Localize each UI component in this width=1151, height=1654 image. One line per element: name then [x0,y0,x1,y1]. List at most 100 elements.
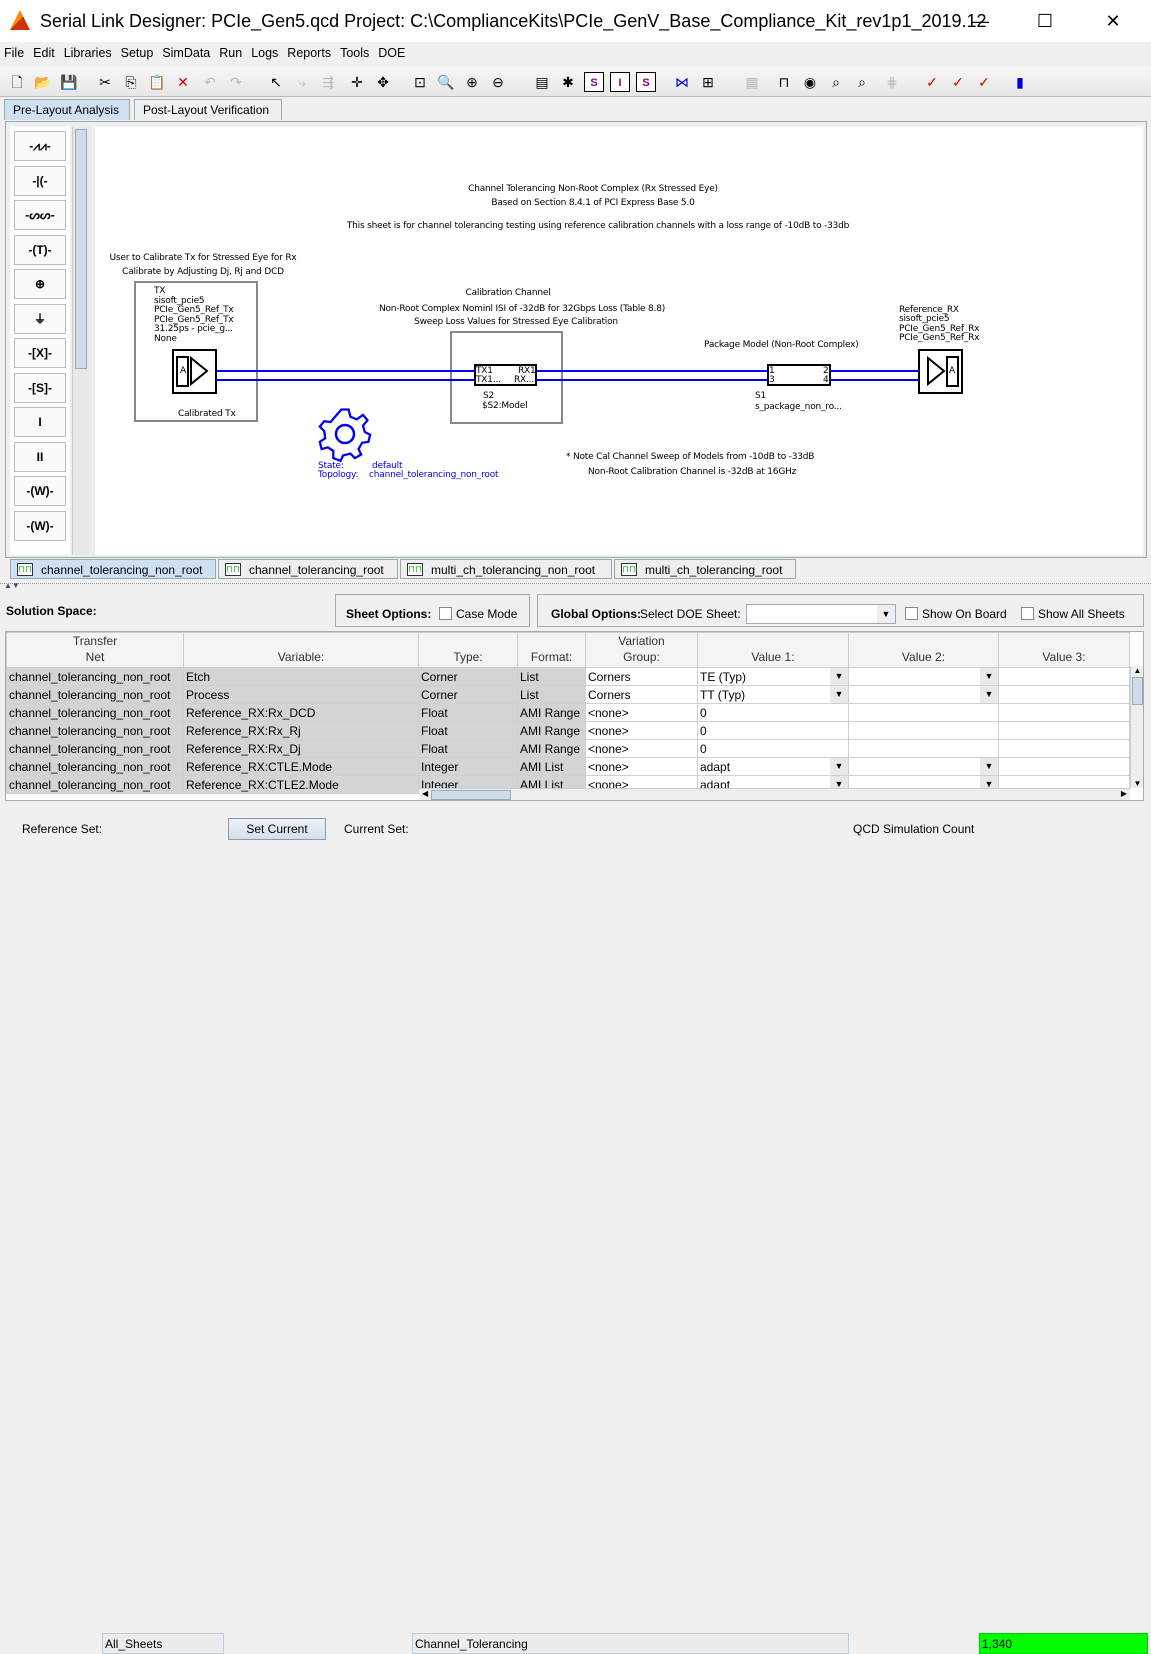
sheet-tab[interactable]: ⊓⊓ multi_ch_tolerancing_root [614,559,796,579]
open-icon[interactable]: 📂 [33,72,53,92]
column-header[interactable]: Value 2: [848,632,999,668]
move-icon[interactable]: ✥ [373,72,393,92]
table-row[interactable]: channel_tolerancing_non_root Reference_RX… [6,721,1130,740]
w-element-icon[interactable]: -(W)- [14,476,66,506]
check-inspect2-icon[interactable]: ✓ [974,72,994,92]
s-block-icon[interactable]: -[S]- [14,372,66,403]
chevron-down-icon[interactable]: ▼ [830,758,848,775]
menu-setup[interactable]: Setup [117,44,158,60]
table-cell[interactable]: 0 [697,739,849,758]
inductor-icon[interactable]: -ᔕᔕ- [14,200,66,230]
table-cell[interactable]: 0 [697,703,849,722]
copy-icon[interactable]: ⎘ [121,72,141,92]
zoom-out-icon[interactable]: ⊖ [488,72,508,92]
close-button[interactable]: ✕ [1088,6,1138,36]
table-vertical-scrollbar[interactable]: ▲ ▼ [1130,666,1143,788]
table-row[interactable]: channel_tolerancing_non_root Process Corne… [6,685,1130,704]
table-cell[interactable] [998,685,1130,704]
maximize-button[interactable]: ☐ [1020,6,1070,36]
chevron-down-icon[interactable]: ▼ [830,686,848,703]
table-cell[interactable] [998,757,1130,776]
table-cell[interactable]: ▼ [848,667,999,686]
book-icon[interactable]: ▮ [1010,72,1030,92]
pointer-icon[interactable]: ↖ [266,72,286,92]
schematic-canvas[interactable]: Channel Tolerancing Non-Root Complex (Rx… [95,127,1143,555]
show-on-board-checkbox[interactable]: Show On Board [905,607,1007,621]
table-cell[interactable]: <none> [585,757,698,776]
library-icon[interactable]: ▤ [532,72,552,92]
column-header[interactable]: Transfer Net [6,632,184,668]
report-s2-icon[interactable]: S [636,72,656,92]
table-cell[interactable]: adapt ▼ [697,757,849,776]
sheet-tab[interactable]: ⊓⊓ channel_tolerancing_non_root [10,559,216,579]
chevron-down-icon[interactable]: ▼ [980,686,998,703]
table-cell[interactable]: ▼ [848,685,999,704]
chevron-down-icon[interactable]: ▼ [980,668,998,685]
table-row[interactable]: channel_tolerancing_non_root Etch Corner Li… [6,667,1130,686]
table-cell[interactable]: Corners [585,685,698,704]
waveform-icon[interactable]: ⊓ [774,72,794,92]
table-cell[interactable]: ▼ [848,757,999,776]
new-icon[interactable]: 🗋 [7,72,27,92]
menu-run[interactable]: Run [215,44,246,60]
chevron-down-icon[interactable]: ▼ [830,668,848,685]
resistor-icon[interactable]: -⩘⩘- [14,131,66,161]
table-cell[interactable]: <none> [585,703,698,722]
menu-logs[interactable]: Logs [247,44,282,60]
inspect-s-icon[interactable]: ⌕ [852,72,872,92]
crosshair-icon[interactable]: ✛ [347,72,367,92]
table-cell[interactable]: Corners [585,667,698,686]
paste-icon[interactable]: 📋 [147,72,167,92]
tab-post-layout-verification[interactable]: Post-Layout Verification [134,99,282,120]
menu-tools[interactable]: Tools [336,44,373,60]
column-header[interactable]: Variable: [183,632,419,668]
route-icon[interactable]: ⤷ [292,72,312,92]
menu-reports[interactable]: Reports [283,44,335,60]
bus-icon[interactable]: ⋕ [882,72,902,92]
table-row[interactable]: channel_tolerancing_non_root Reference_RX… [6,739,1130,758]
palette-scrollbar[interactable] [72,127,89,555]
table-row[interactable]: channel_tolerancing_non_root Reference_RX… [6,703,1130,722]
source-icon[interactable]: ⊕ [14,269,66,299]
report-i-icon[interactable]: I [610,72,630,92]
splitter[interactable]: ▲▼ [0,581,1151,591]
sheet-tab[interactable]: ⊓⊓ channel_tolerancing_root [218,559,398,579]
chevron-down-icon[interactable]: ▼ [980,758,998,775]
zoom-in-icon[interactable]: ⊕ [462,72,482,92]
table-horizontal-scrollbar[interactable]: ◀ ▶ [419,788,1130,800]
redo-icon[interactable]: ↷ [226,72,246,92]
table-cell[interactable] [998,721,1130,740]
case-mode-checkbox[interactable]: Case Mode [439,607,517,621]
column-header[interactable]: Variation Group: [585,632,698,668]
show-all-sheets-checkbox[interactable]: Show All Sheets [1021,607,1125,621]
table-cell[interactable]: TT (Typ) ▼ [697,685,849,704]
sheet-tab[interactable]: ⊓⊓ multi_ch_tolerancing_non_root [400,559,612,579]
menu-libraries[interactable]: Libraries [60,44,116,60]
menu-edit[interactable]: Edit [29,44,59,60]
column-header[interactable]: Format: [517,632,586,668]
table-cell[interactable] [998,739,1130,758]
table-cell[interactable] [848,721,999,740]
check-inspect-icon[interactable]: ✓ [948,72,968,92]
inspect-icon[interactable]: ⌕ [826,72,846,92]
report-s-icon[interactable]: S [584,72,604,92]
x-block-icon[interactable]: -[X]- [14,338,66,368]
save-icon[interactable]: 💾 [59,72,79,92]
set-current-button[interactable]: Set Current [228,818,326,840]
menu-doe[interactable]: DOE [374,44,409,60]
chevron-down-icon[interactable]: ▼ [877,605,895,623]
undo-icon[interactable]: ↶ [200,72,220,92]
menu-simdata[interactable]: SimData [158,44,214,60]
ground-icon[interactable]: ⏚ [14,303,66,334]
net-icon[interactable]: ⋈ [672,72,692,92]
zoom-icon[interactable]: 🔍 [436,72,456,92]
capacitor-icon[interactable]: -|(- [14,165,66,196]
multi-via-icon[interactable]: II [14,441,66,472]
delete-icon[interactable]: ✕ [173,72,193,92]
table-cell[interactable]: <none> [585,721,698,740]
table-cell[interactable]: <none> [585,739,698,758]
column-header[interactable]: Value 1: [697,632,849,668]
table-cell[interactable] [998,703,1130,722]
table-row[interactable]: channel_tolerancing_non_root Reference_RX… [6,757,1130,776]
tool-icon[interactable]: ✱ [558,72,578,92]
